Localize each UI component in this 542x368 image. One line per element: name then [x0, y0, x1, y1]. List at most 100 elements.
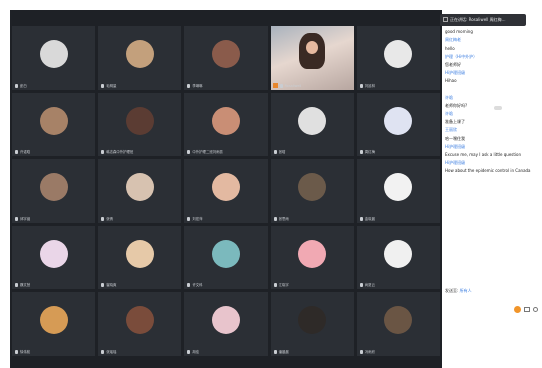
- image-icon[interactable]: [524, 307, 530, 312]
- participant-name-text: 潘晨晨: [278, 349, 289, 354]
- participant-name-text: Rosaliwell: [284, 83, 302, 88]
- chat-sender: Hi护理班级: [445, 70, 466, 76]
- participant-name: 许文科: [187, 282, 203, 288]
- participant-tile[interactable]: 许文科: [184, 225, 268, 290]
- participant-tile[interactable]: 毛明量: [98, 26, 182, 90]
- participant-name-text: 毛明量: [106, 83, 117, 88]
- participant-name: 张瑶瑶: [101, 349, 116, 354]
- microphone-icon: [187, 83, 191, 88]
- microphone-icon: [101, 150, 105, 155]
- avatar: [384, 306, 413, 335]
- participant-tile[interactable]: 张倩: [98, 159, 182, 223]
- participant-name-text: 许诺晗: [20, 150, 31, 155]
- microphone-icon: [101, 216, 105, 221]
- chat-scroll-indicator[interactable]: [494, 106, 502, 110]
- avatar: [384, 39, 413, 68]
- participant-name-text: 冯雨欣: [364, 349, 375, 354]
- chat-panel: Hi护理班级 good morning 周红梅老 hello 护理（Hi中外护） 您老师好…: [442, 10, 542, 368]
- participant-tile[interactable]: 张晗: [270, 92, 354, 157]
- participant-name: 刘延林: [359, 83, 375, 88]
- participant-tile[interactable]: 周红梅: [356, 92, 440, 157]
- more-icon[interactable]: [533, 307, 538, 312]
- banner-close-icon[interactable]: [443, 17, 448, 22]
- participant-name-text: 彭白: [20, 83, 27, 88]
- participant-name: 张倩: [101, 216, 113, 221]
- avatar: [298, 173, 327, 202]
- avatar: [384, 173, 413, 202]
- participant-tile[interactable]: 潘晨晨: [270, 292, 354, 356]
- participant-tile[interactable]: 金晓晨: [356, 159, 440, 223]
- avatar: [39, 239, 68, 268]
- chat-message-text: hello: [445, 45, 455, 51]
- participant-name: 张思雨: [273, 216, 289, 221]
- participant-tile[interactable]: 张瑶瑶: [98, 292, 182, 356]
- participant-name: 金晓晨: [359, 216, 375, 221]
- participant-tile[interactable]: 尚夏云: [356, 225, 440, 290]
- participant-name-text: 李琳琳: [192, 83, 203, 88]
- chat-message-text: 哈—嘿住我: [445, 135, 465, 141]
- emoji-icon[interactable]: [514, 306, 521, 313]
- chat-message-text: 您老师好: [445, 62, 461, 68]
- participant-tile[interactable]: 冯雨欣: [356, 292, 440, 356]
- chat-send-target[interactable]: 发送至: 所有人: [445, 288, 541, 294]
- participant-tile[interactable]: 彭白: [12, 26, 96, 90]
- participant-name: 徐伟航: [15, 349, 30, 354]
- participant-name-text: 江晓宇: [278, 283, 289, 288]
- participant-tile[interactable]: 韩志森中外护理班: [98, 92, 182, 157]
- active-speaker-icon: [272, 82, 278, 88]
- microphone-icon: [273, 283, 277, 288]
- participant-name: 邱宇涵: [15, 216, 30, 221]
- participant-tile[interactable]: 中外护理二班刘雨蕊: [184, 92, 268, 157]
- participant-tile[interactable]: 胡佳: [184, 292, 268, 356]
- microphone-icon: [359, 216, 363, 221]
- participant-tile[interactable]: 刘宏萍: [184, 159, 268, 223]
- participant-tile[interactable]: 邱宇涵: [12, 159, 96, 223]
- participant-tile[interactable]: 许诺晗: [12, 92, 96, 157]
- avatar: [384, 239, 413, 268]
- participant-tile[interactable]: 刘延林: [356, 26, 440, 90]
- participant-name: 崔晓爽: [101, 282, 117, 288]
- participant-tile[interactable]: 张思雨: [270, 159, 354, 223]
- chat-message-list[interactable]: Hi护理班级 good morning 周红梅老 hello 护理（Hi中外护） 您老师好…: [445, 20, 541, 176]
- participant-name-text: 韩志森中外护理班: [106, 150, 134, 155]
- microphone-icon: [15, 283, 18, 288]
- speaking-banner: 正在讲话: Rosaliwell 周红梅...: [440, 14, 526, 26]
- avatar: [211, 239, 240, 268]
- microphone-icon: [187, 283, 191, 288]
- participant-tile[interactable]: 徐伟航: [12, 292, 96, 356]
- chat-sender: Hi护理班级: [445, 160, 466, 166]
- chat-sender: 周红梅老: [445, 37, 461, 43]
- chat-message-text: 准备上课了: [445, 119, 465, 125]
- microphone-icon: [101, 283, 105, 288]
- microphone-icon: [15, 216, 18, 221]
- avatar: [211, 39, 240, 68]
- participant-name-text: 崔晓爽: [106, 283, 117, 288]
- microphone-icon: [359, 150, 363, 155]
- meeting-app: 彭白 毛明量 李琳琳 Rosaliwell 刘延林许诺晗 韩志森中外护理班 中外护理二班刘雨…: [10, 10, 542, 368]
- avatar: [384, 106, 413, 135]
- participant-tile[interactable]: 江晓宇: [270, 225, 354, 290]
- participant-name: 李琳琳: [187, 83, 203, 88]
- participant-name-text: 徐伟航: [20, 349, 31, 354]
- avatar: [125, 106, 154, 135]
- avatar: [125, 306, 154, 335]
- participant-name-text: 尚夏云: [364, 283, 375, 288]
- chat-message-text: 老师你好吗?: [445, 102, 468, 108]
- avatar: [125, 173, 154, 202]
- avatar: [298, 239, 327, 268]
- microphone-icon: [273, 150, 277, 155]
- participant-name: 张晗: [273, 149, 285, 155]
- microphone-icon: [101, 83, 105, 88]
- microphone-icon: [101, 349, 105, 354]
- microphone-icon: [359, 349, 363, 354]
- participant-name-text: 张倩: [106, 216, 113, 221]
- participant-tile[interactable]: 李琳琳: [184, 26, 268, 90]
- chat-message-text: Excuse me, may I ask a little question: [445, 152, 522, 158]
- participant-tile[interactable]: Rosaliwell: [270, 26, 354, 90]
- chat-message-text: good morning: [445, 29, 473, 35]
- send-target-value[interactable]: 所有人: [460, 288, 472, 293]
- avatar: [39, 106, 68, 135]
- participant-tile[interactable]: 崔晓爽: [98, 225, 182, 290]
- participant-tile[interactable]: 魏文慧: [12, 225, 96, 290]
- avatar: [298, 306, 327, 335]
